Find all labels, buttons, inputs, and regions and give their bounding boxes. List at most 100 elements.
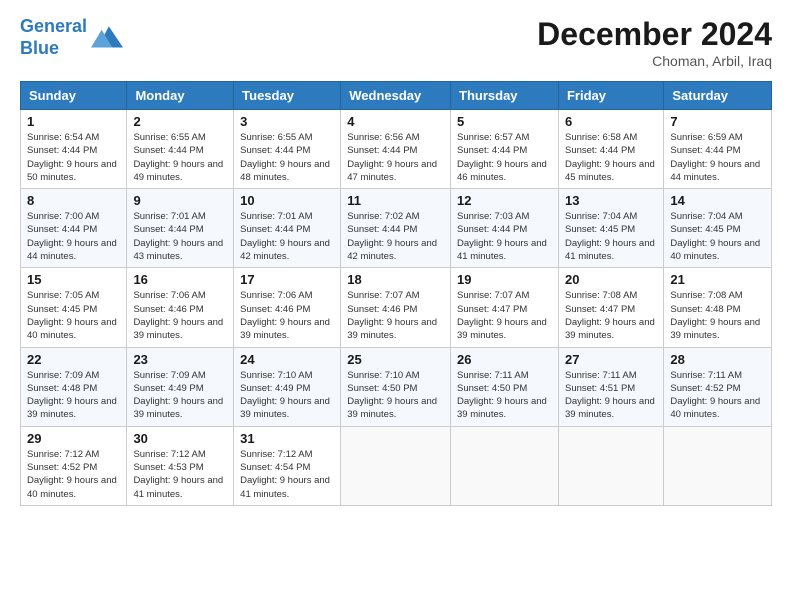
- table-row: 9 Sunrise: 7:01 AMSunset: 4:44 PMDaylight…: [127, 189, 234, 268]
- day-number: 14: [670, 193, 765, 208]
- day-number: 18: [347, 272, 444, 287]
- table-row: 7Sunrise: 6:59 AMSunset: 4:44 PMDaylight…: [664, 110, 772, 189]
- day-info: Sunrise: 7:10 AMSunset: 4:49 PMDaylight:…: [240, 370, 330, 421]
- day-info: Sunrise: 7:11 AMSunset: 4:50 PMDaylight:…: [457, 370, 547, 421]
- day-number: 21: [670, 272, 765, 287]
- day-info: Sunrise: 7:03 AMSunset: 4:44 PMDaylight:…: [457, 211, 547, 262]
- day-info: Sunrise: 7:06 AMSunset: 4:46 PMDaylight:…: [240, 290, 330, 341]
- table-row: [664, 426, 772, 505]
- table-row: 20Sunrise: 7:08 AMSunset: 4:47 PMDayligh…: [558, 268, 663, 347]
- table-row: 1 Sunrise: 6:54 AMSunset: 4:44 PMDaylight…: [21, 110, 127, 189]
- day-number: 25: [347, 352, 444, 367]
- day-info: Sunrise: 7:11 AMSunset: 4:51 PMDaylight:…: [565, 370, 655, 421]
- table-row: 26 Sunrise: 7:11 AMSunset: 4:50 PMDayligh…: [451, 347, 559, 426]
- table-row: 11Sunrise: 7:02 AMSunset: 4:44 PMDayligh…: [341, 189, 451, 268]
- header: General Blue December 2024 Choman, Arbil…: [20, 16, 772, 69]
- table-row: 12 Sunrise: 7:03 AMSunset: 4:44 PMDayligh…: [451, 189, 559, 268]
- day-number: 2: [133, 114, 227, 129]
- table-row: 15Sunrise: 7:05 AMSunset: 4:45 PMDayligh…: [21, 268, 127, 347]
- day-number: 1: [27, 114, 120, 129]
- day-info: Sunrise: 7:09 AMSunset: 4:48 PMDaylight:…: [27, 370, 117, 421]
- day-info: Sunrise: 7:01 AMSunset: 4:44 PMDaylight:…: [133, 211, 223, 262]
- day-info: Sunrise: 7:11 AMSunset: 4:52 PMDaylight:…: [670, 370, 760, 421]
- table-row: 21Sunrise: 7:08 AMSunset: 4:48 PMDayligh…: [664, 268, 772, 347]
- table-row: 16 Sunrise: 7:06 AMSunset: 4:46 PMDayligh…: [127, 268, 234, 347]
- day-info: Sunrise: 6:54 AMSunset: 4:44 PMDaylight:…: [27, 132, 117, 183]
- logo-icon: [91, 22, 123, 50]
- day-info: Sunrise: 7:10 AMSunset: 4:50 PMDaylight:…: [347, 370, 437, 421]
- day-number: 30: [133, 431, 227, 446]
- calendar-week-1: 1 Sunrise: 6:54 AMSunset: 4:44 PMDaylight…: [21, 110, 772, 189]
- logo: General Blue: [20, 16, 123, 59]
- page: General Blue December 2024 Choman, Arbil…: [0, 0, 792, 612]
- logo-text: General Blue: [20, 16, 87, 59]
- day-info: Sunrise: 7:00 AMSunset: 4:44 PMDaylight:…: [27, 211, 117, 262]
- day-number: 22: [27, 352, 120, 367]
- title-block: December 2024 Choman, Arbil, Iraq: [537, 16, 772, 69]
- day-number: 27: [565, 352, 657, 367]
- calendar-week-3: 15Sunrise: 7:05 AMSunset: 4:45 PMDayligh…: [21, 268, 772, 347]
- table-row: 3 Sunrise: 6:55 AMSunset: 4:44 PMDaylight…: [234, 110, 341, 189]
- day-info: Sunrise: 7:09 AMSunset: 4:49 PMDaylight:…: [133, 370, 223, 421]
- table-row: [341, 426, 451, 505]
- day-number: 9: [133, 193, 227, 208]
- month-title: December 2024: [537, 16, 772, 53]
- day-number: 3: [240, 114, 334, 129]
- day-number: 16: [133, 272, 227, 287]
- day-info: Sunrise: 7:04 AMSunset: 4:45 PMDaylight:…: [565, 211, 655, 262]
- day-number: 7: [670, 114, 765, 129]
- table-row: 8 Sunrise: 7:00 AMSunset: 4:44 PMDaylight…: [21, 189, 127, 268]
- table-row: 28Sunrise: 7:11 AMSunset: 4:52 PMDayligh…: [664, 347, 772, 426]
- day-number: 12: [457, 193, 552, 208]
- table-row: 14 Sunrise: 7:04 AMSunset: 4:45 PMDayligh…: [664, 189, 772, 268]
- day-number: 20: [565, 272, 657, 287]
- table-row: 31 Sunrise: 7:12 AMSunset: 4:54 PMDayligh…: [234, 426, 341, 505]
- calendar-week-4: 22 Sunrise: 7:09 AMSunset: 4:48 PMDayligh…: [21, 347, 772, 426]
- calendar-week-2: 8 Sunrise: 7:00 AMSunset: 4:44 PMDaylight…: [21, 189, 772, 268]
- table-row: 25 Sunrise: 7:10 AMSunset: 4:50 PMDayligh…: [341, 347, 451, 426]
- day-number: 6: [565, 114, 657, 129]
- day-number: 5: [457, 114, 552, 129]
- day-info: Sunrise: 6:55 AMSunset: 4:44 PMDaylight:…: [240, 132, 330, 183]
- table-row: 18Sunrise: 7:07 AMSunset: 4:46 PMDayligh…: [341, 268, 451, 347]
- day-number: 4: [347, 114, 444, 129]
- day-info: Sunrise: 7:07 AMSunset: 4:47 PMDaylight:…: [457, 290, 547, 341]
- day-number: 13: [565, 193, 657, 208]
- col-friday: Friday: [558, 82, 663, 110]
- day-info: Sunrise: 7:01 AMSunset: 4:44 PMDaylight:…: [240, 211, 330, 262]
- day-number: 24: [240, 352, 334, 367]
- day-info: Sunrise: 7:02 AMSunset: 4:44 PMDaylight:…: [347, 211, 437, 262]
- calendar-week-5: 29Sunrise: 7:12 AMSunset: 4:52 PMDayligh…: [21, 426, 772, 505]
- day-info: Sunrise: 6:56 AMSunset: 4:44 PMDaylight:…: [347, 132, 437, 183]
- day-number: 10: [240, 193, 334, 208]
- table-row: 19Sunrise: 7:07 AMSunset: 4:47 PMDayligh…: [451, 268, 559, 347]
- table-row: 29Sunrise: 7:12 AMSunset: 4:52 PMDayligh…: [21, 426, 127, 505]
- logo-line1: General: [20, 16, 87, 36]
- col-tuesday: Tuesday: [234, 82, 341, 110]
- day-info: Sunrise: 7:12 AMSunset: 4:52 PMDaylight:…: [27, 449, 117, 500]
- day-number: 17: [240, 272, 334, 287]
- header-row: Sunday Monday Tuesday Wednesday Thursday…: [21, 82, 772, 110]
- day-info: Sunrise: 7:12 AMSunset: 4:53 PMDaylight:…: [133, 449, 223, 500]
- table-row: 30 Sunrise: 7:12 AMSunset: 4:53 PMDayligh…: [127, 426, 234, 505]
- table-row: 5Sunrise: 6:57 AMSunset: 4:44 PMDaylight…: [451, 110, 559, 189]
- col-monday: Monday: [127, 82, 234, 110]
- day-info: Sunrise: 6:58 AMSunset: 4:44 PMDaylight:…: [565, 132, 655, 183]
- day-number: 26: [457, 352, 552, 367]
- day-number: 15: [27, 272, 120, 287]
- day-number: 23: [133, 352, 227, 367]
- day-number: 8: [27, 193, 120, 208]
- day-info: Sunrise: 7:12 AMSunset: 4:54 PMDaylight:…: [240, 449, 330, 500]
- table-row: 6 Sunrise: 6:58 AMSunset: 4:44 PMDaylight…: [558, 110, 663, 189]
- table-row: 4 Sunrise: 6:56 AMSunset: 4:44 PMDaylight…: [341, 110, 451, 189]
- day-info: Sunrise: 6:55 AMSunset: 4:44 PMDaylight:…: [133, 132, 223, 183]
- day-info: Sunrise: 7:04 AMSunset: 4:45 PMDaylight:…: [670, 211, 760, 262]
- logo-line2: Blue: [20, 38, 59, 58]
- day-number: 31: [240, 431, 334, 446]
- table-row: [558, 426, 663, 505]
- table-row: 17 Sunrise: 7:06 AMSunset: 4:46 PMDayligh…: [234, 268, 341, 347]
- col-thursday: Thursday: [451, 82, 559, 110]
- location-title: Choman, Arbil, Iraq: [537, 53, 772, 69]
- table-row: 13 Sunrise: 7:04 AMSunset: 4:45 PMDayligh…: [558, 189, 663, 268]
- day-info: Sunrise: 7:06 AMSunset: 4:46 PMDaylight:…: [133, 290, 223, 341]
